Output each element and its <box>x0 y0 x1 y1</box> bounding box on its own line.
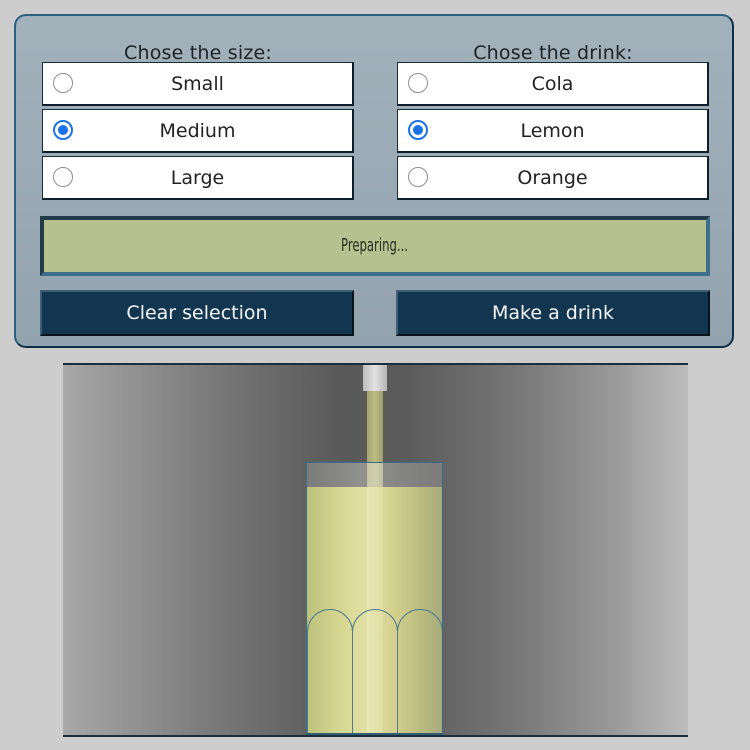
size-option-medium[interactable]: Medium <box>42 109 354 153</box>
glass-pattern <box>307 609 442 733</box>
size-heading: Chose the size: <box>123 42 273 64</box>
drink-option-label: Lemon <box>520 120 585 142</box>
status-text: Preparing... <box>341 235 409 256</box>
dispenser-stage <box>63 363 688 737</box>
drink-option-orange[interactable]: Orange <box>397 156 709 200</box>
make-drink-button[interactable]: Make a drink <box>396 290 710 336</box>
drink-option-cola[interactable]: Cola <box>397 62 709 106</box>
dispenser-nozzle <box>363 365 387 391</box>
drink-option-lemon[interactable]: Lemon <box>397 109 709 153</box>
clear-selection-button[interactable]: Clear selection <box>40 290 354 336</box>
size-option-label: Small <box>171 73 224 95</box>
size-option-label: Medium <box>159 120 236 142</box>
drink-heading: Chose the drink: <box>473 42 633 64</box>
drink-option-label: Orange <box>517 167 588 189</box>
size-option-label: Large <box>170 167 225 189</box>
status-display: Preparing... <box>40 216 710 276</box>
size-option-small[interactable]: Small <box>42 62 354 106</box>
drink-option-label: Cola <box>531 73 574 95</box>
drink-glass <box>306 462 443 735</box>
size-option-large[interactable]: Large <box>42 156 354 200</box>
